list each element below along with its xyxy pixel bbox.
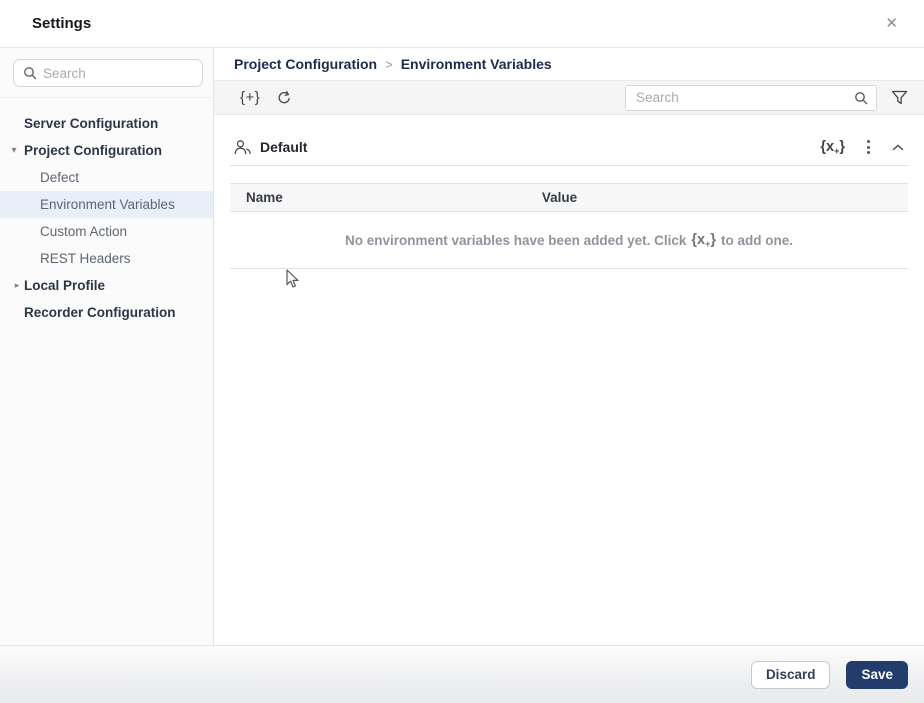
sidebar-item-rest-headers[interactable]: REST Headers — [0, 245, 213, 272]
braces-plus-icon: {+} — [240, 89, 261, 106]
discard-button[interactable]: Discard — [750, 660, 831, 689]
filter-button[interactable] — [891, 90, 908, 106]
add-variable-button[interactable]: {x+} — [820, 139, 845, 156]
variable-set-title: Default — [260, 139, 308, 155]
breadcrumb: Project Configuration > Environment Vari… — [214, 48, 924, 81]
overflow-menu-icon[interactable] — [865, 138, 872, 156]
environment-variables-table: Name Value No environment variables have… — [230, 183, 908, 269]
expander-down-icon[interactable]: ▾ — [6, 137, 22, 164]
sidebar-nav: Server Configuration ▾ Project Configura… — [0, 98, 213, 326]
sidebar-item-custom-action[interactable]: Custom Action — [0, 218, 213, 245]
users-icon — [234, 139, 251, 154]
sidebar-item-recorder-configuration[interactable]: Recorder Configuration — [0, 299, 213, 326]
dialog-footer: Discard Save — [0, 645, 924, 703]
column-header-value: Value — [541, 190, 578, 205]
refresh-icon — [278, 90, 291, 103]
braces-x-plus-icon: {x+} — [691, 231, 716, 249]
breadcrumb-separator: > — [385, 56, 393, 72]
sidebar-item-project-configuration[interactable]: ▾ Project Configuration — [0, 137, 213, 164]
variables-search-input[interactable] — [636, 90, 854, 105]
breadcrumb-project-configuration[interactable]: Project Configuration — [234, 56, 377, 72]
close-icon[interactable]: ✕ — [879, 12, 904, 35]
filter-funnel-icon — [891, 90, 908, 104]
empty-state-message: No environment variables have been added… — [230, 212, 908, 269]
chevron-up-icon — [892, 144, 904, 150]
dialog-header: Settings ✕ — [0, 0, 924, 48]
content-area: Default {x+} Name Value No environment v… — [214, 115, 924, 645]
section-divider — [230, 165, 908, 166]
settings-sidebar: Server Configuration ▾ Project Configura… — [0, 48, 214, 645]
toolbar: {+} — [214, 81, 924, 115]
sidebar-item-environment-variables[interactable]: Environment Variables — [0, 191, 213, 218]
search-icon — [24, 67, 37, 80]
breadcrumb-environment-variables: Environment Variables — [400, 56, 552, 72]
collapse-section-button[interactable] — [892, 144, 904, 151]
variables-search-box — [625, 84, 877, 111]
braces-x-plus-icon: {x+} — [820, 138, 845, 156]
refresh-button[interactable] — [276, 90, 292, 106]
sidebar-item-defect[interactable]: Defect — [0, 164, 213, 191]
variable-set-header: Default {x+} — [230, 129, 908, 165]
sidebar-item-local-profile[interactable]: ▸ Local Profile — [0, 272, 213, 299]
expander-right-icon[interactable]: ▸ — [9, 272, 25, 299]
table-header-row: Name Value — [230, 183, 908, 212]
sidebar-search-input[interactable] — [43, 65, 194, 81]
search-icon[interactable] — [854, 91, 868, 105]
column-header-name: Name — [246, 190, 283, 205]
sidebar-item-server-configuration[interactable]: Server Configuration — [0, 110, 213, 137]
main-panel: Project Configuration > Environment Vari… — [214, 48, 924, 645]
sidebar-search-box — [13, 59, 203, 87]
save-button[interactable]: Save — [846, 660, 908, 689]
add-variable-set-button[interactable]: {+} — [240, 89, 260, 106]
settings-dialog: Settings ✕ Server Configuration ▾ Projec… — [0, 0, 924, 703]
sidebar-search-container — [0, 48, 213, 98]
dialog-title: Settings — [32, 15, 92, 32]
default-variable-set: Default {x+} Name Value No environment v… — [230, 129, 908, 269]
